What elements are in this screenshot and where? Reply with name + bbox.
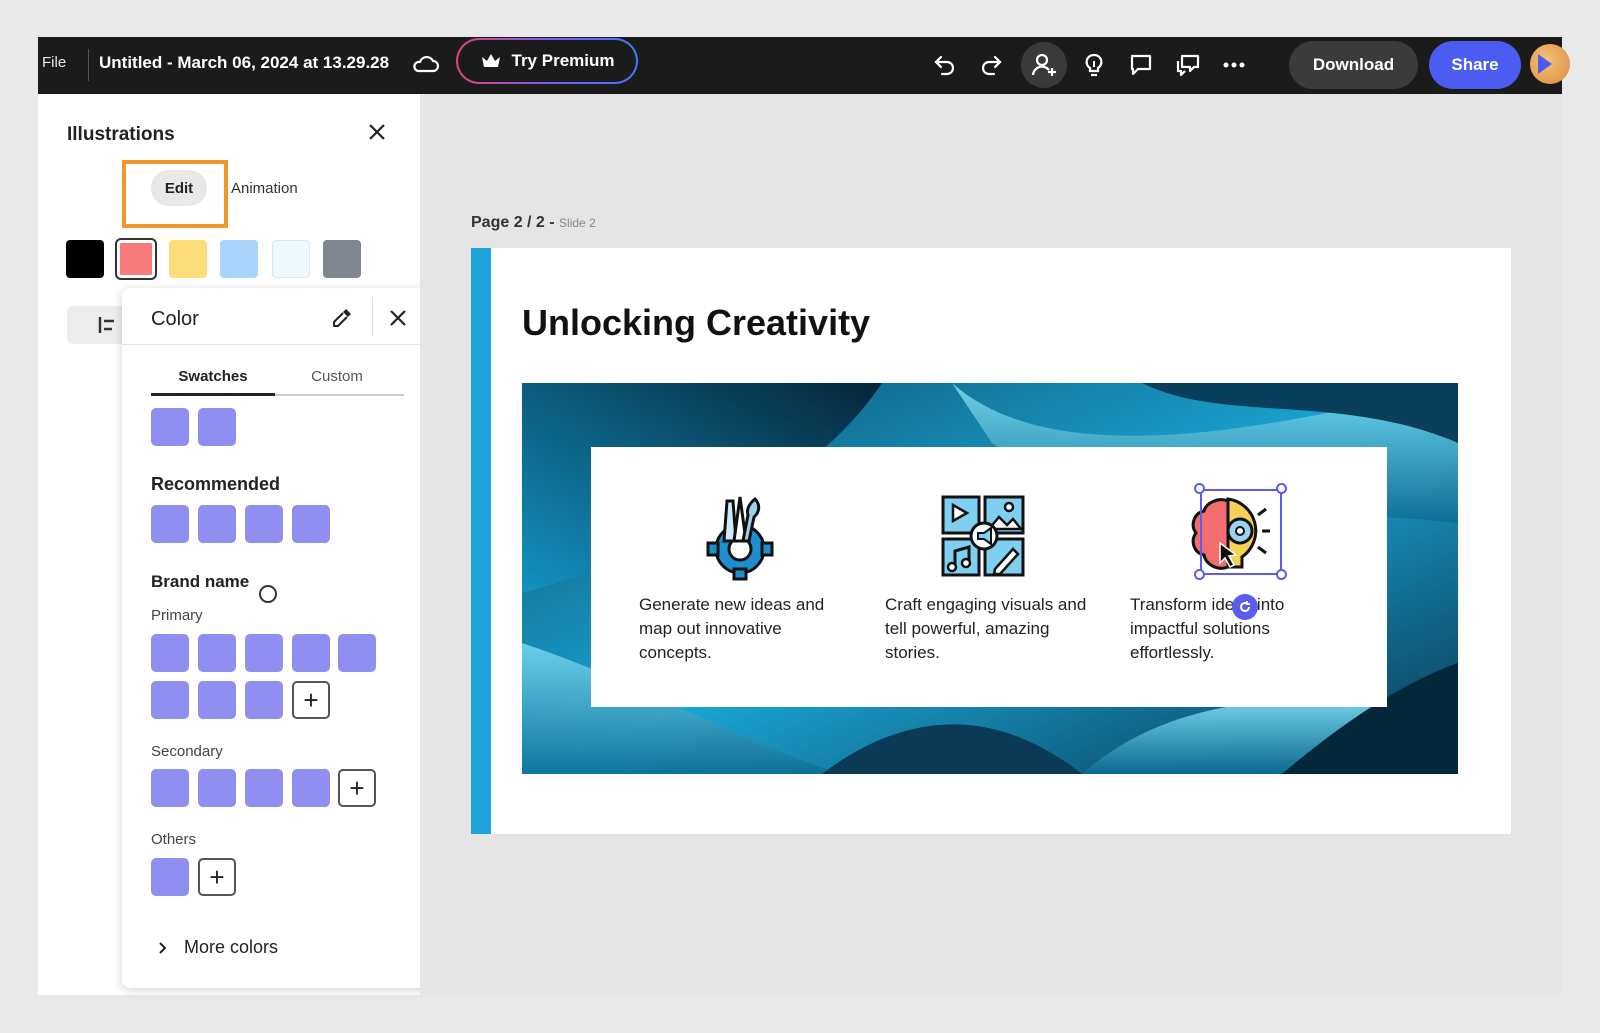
resize-handle[interactable] xyxy=(1276,569,1287,580)
resize-handle[interactable] xyxy=(1276,483,1287,494)
color-swatch[interactable] xyxy=(338,634,376,672)
resize-handle[interactable] xyxy=(1194,483,1205,494)
color-swatch[interactable] xyxy=(151,408,189,446)
color-swatch[interactable] xyxy=(151,769,189,807)
file-menu[interactable]: File xyxy=(42,54,66,71)
rotate-icon xyxy=(1240,601,1250,612)
color-swatch[interactable] xyxy=(198,681,236,719)
undo-icon[interactable] xyxy=(925,45,965,85)
top-bar: File Untitled - March 06, 2024 at 13.29.… xyxy=(38,37,1570,94)
resize-handle[interactable] xyxy=(1194,569,1205,580)
avatar[interactable] xyxy=(1530,44,1570,84)
tab-custom[interactable]: Custom xyxy=(275,368,399,385)
color-popup-title: Color xyxy=(151,308,199,330)
chat-icon[interactable] xyxy=(1168,45,1208,85)
cloud-icon[interactable] xyxy=(410,50,440,80)
more-icon[interactable] xyxy=(1214,45,1254,85)
add-primary-color-button[interactable]: + xyxy=(292,681,330,719)
color-swatch[interactable] xyxy=(245,505,283,543)
color-popup: Color Swatches Custom Recommended Brand … xyxy=(122,288,432,988)
eyedropper-icon[interactable] xyxy=(326,302,358,334)
panel-title: Illustrations xyxy=(67,124,175,145)
others-label: Others xyxy=(151,831,197,848)
secondary-label: Secondary xyxy=(151,743,223,760)
color-swatch-yellow[interactable] xyxy=(169,240,207,278)
rotate-handle[interactable] xyxy=(1232,594,1258,620)
color-swatch[interactable] xyxy=(292,505,330,543)
color-swatch[interactable] xyxy=(245,681,283,719)
chevron-right-icon xyxy=(159,941,167,954)
close-icon[interactable] xyxy=(382,302,414,334)
tab-swatches[interactable]: Swatches xyxy=(151,368,275,385)
color-swatch[interactable] xyxy=(292,634,330,672)
share-button[interactable]: Share xyxy=(1429,41,1521,89)
color-swatch-gray[interactable] xyxy=(323,240,361,278)
feature-text[interactable]: Generate new ideas and map out innovativ… xyxy=(639,593,859,665)
color-swatch[interactable] xyxy=(151,634,189,672)
slide-accent-bar xyxy=(471,248,491,834)
add-secondary-color-button[interactable]: + xyxy=(338,769,376,807)
slide-title[interactable]: Unlocking Creativity xyxy=(522,302,870,344)
tab-active-indicator xyxy=(151,393,275,396)
lightbulb-icon[interactable] xyxy=(1074,45,1114,85)
color-swatch[interactable] xyxy=(198,769,236,807)
download-button[interactable]: Download xyxy=(1289,41,1418,89)
color-swatch-black[interactable] xyxy=(66,240,104,278)
more-colors-button[interactable]: More colors xyxy=(158,937,278,958)
recommended-label: Recommended xyxy=(151,474,281,494)
media-collage-icon[interactable] xyxy=(939,491,1029,581)
tools-gear-icon[interactable] xyxy=(695,491,785,581)
tab-animation[interactable]: Animation xyxy=(231,180,298,197)
color-swatch-red[interactable] xyxy=(115,238,157,280)
brand-radio[interactable] xyxy=(259,585,277,603)
page-label: Page 2 / 2 - Slide 2 xyxy=(471,214,596,232)
primary-label: Primary xyxy=(151,607,203,624)
brand-name-label: Brand name xyxy=(151,572,250,591)
redo-icon[interactable] xyxy=(971,45,1011,85)
color-swatch[interactable] xyxy=(198,505,236,543)
align-left-icon xyxy=(98,317,114,333)
close-icon[interactable] xyxy=(363,118,391,146)
slide-label: Slide 2 xyxy=(559,216,596,230)
crown-icon xyxy=(481,54,500,67)
try-premium-label: Try Premium xyxy=(511,51,615,70)
color-swatch-light-blue[interactable] xyxy=(220,240,258,278)
document-title[interactable]: Untitled - March 06, 2024 at 13.29.28 xyxy=(99,53,389,73)
color-swatch-pale-blue[interactable] xyxy=(272,240,310,278)
try-premium-button[interactable]: Try Premium xyxy=(456,38,638,84)
comment-icon[interactable] xyxy=(1121,45,1161,85)
color-swatch[interactable] xyxy=(151,681,189,719)
color-swatch[interactable] xyxy=(245,769,283,807)
color-swatch[interactable] xyxy=(151,505,189,543)
selection-box xyxy=(1200,489,1282,575)
divider xyxy=(88,49,89,81)
page-number: Page 2 / 2 - xyxy=(471,214,555,231)
feature-text[interactable]: Craft engaging visuals and tell powerful… xyxy=(885,593,1105,665)
features-card[interactable]: Generate new ideas and map out innovativ… xyxy=(591,447,1387,707)
color-swatch[interactable] xyxy=(151,858,189,896)
color-swatch[interactable] xyxy=(198,408,236,446)
color-swatch[interactable] xyxy=(245,634,283,672)
add-other-color-button[interactable]: + xyxy=(198,858,236,896)
slide[interactable]: Unlocking Creativity Generate new ideas … xyxy=(471,248,1511,834)
divider xyxy=(372,298,373,336)
color-swatch[interactable] xyxy=(292,769,330,807)
invite-person-icon[interactable] xyxy=(1021,42,1067,88)
color-swatch[interactable] xyxy=(198,634,236,672)
tab-edit[interactable]: Edit xyxy=(151,170,207,206)
divider xyxy=(122,344,432,345)
more-colors-label: More colors xyxy=(184,937,279,957)
